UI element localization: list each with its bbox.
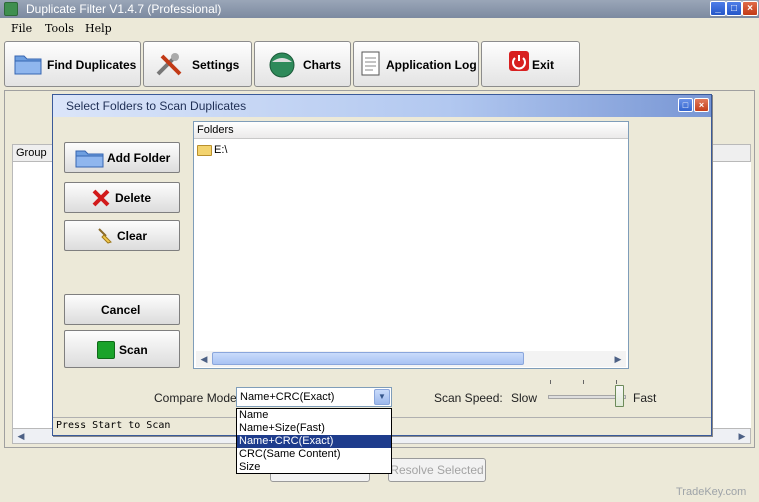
settings-button[interactable]: Settings: [143, 41, 252, 87]
folder-icon: [75, 150, 104, 168]
broom-icon: [98, 228, 112, 244]
exit-label: Exit: [532, 58, 555, 72]
globe-chart-icon: [269, 52, 295, 78]
folders-horizontal-scrollbar[interactable]: ◀ ▶: [196, 351, 626, 367]
maximize-button[interactable]: □: [726, 1, 742, 16]
folder-icon: [14, 55, 42, 75]
option-name-crc[interactable]: Name+CRC(Exact): [237, 435, 391, 448]
clear-button[interactable]: Clear: [64, 220, 180, 251]
add-folder-label: Add Folder: [107, 151, 171, 165]
column-header[interactable]: [710, 144, 751, 162]
scan-label: Scan: [119, 343, 148, 357]
cancel-label: Cancel: [101, 303, 141, 317]
window-title: Duplicate Filter V1.4.7 (Professional): [26, 2, 222, 16]
status-text: Press Start to Scan: [56, 420, 171, 431]
document-icon: [361, 51, 380, 76]
charts-button[interactable]: Charts: [254, 41, 351, 87]
select-folders-dialog: Select Folders to Scan Duplicates □ × Ad…: [52, 94, 712, 474]
folder-item[interactable]: E:\: [197, 144, 227, 158]
dialog-title: Select Folders to Scan Duplicates: [66, 99, 247, 113]
minimize-button[interactable]: _: [710, 1, 726, 16]
option-crc[interactable]: CRC(Same Content): [237, 448, 391, 461]
folders-list[interactable]: Folders E:\ ◀ ▶: [193, 121, 629, 369]
dialog-maximize-button[interactable]: □: [678, 98, 693, 112]
compare-mode-label: Compare Mode:: [154, 391, 241, 405]
scroll-right-icon[interactable]: ▶: [734, 429, 750, 443]
scrollbar-thumb[interactable]: [212, 352, 524, 365]
delete-button[interactable]: Delete: [64, 182, 180, 213]
close-button[interactable]: ×: [742, 1, 758, 16]
scan-speed-label: Scan Speed:: [434, 391, 503, 405]
folder-icon: [197, 144, 212, 156]
results-list[interactable]: [710, 162, 751, 428]
slider-tick: [616, 380, 617, 384]
scroll-right-icon[interactable]: ▶: [610, 352, 626, 366]
option-name[interactable]: Name: [237, 409, 391, 422]
compare-mode-select[interactable]: Name+CRC(Exact) ▼: [236, 387, 392, 407]
menu-tools[interactable]: Tools: [45, 22, 74, 35]
cancel-button[interactable]: Cancel: [64, 294, 180, 325]
speed-slow-label: Slow: [511, 391, 538, 405]
add-folder-button[interactable]: Add Folder: [64, 142, 180, 173]
folder-path: E:\: [214, 144, 228, 156]
main-title-bar: Duplicate Filter V1.4.7 (Professional) _…: [0, 0, 759, 18]
slider-tick: [550, 380, 551, 384]
delete-label: Delete: [115, 191, 152, 205]
dialog-title-bar: Select Folders to Scan Duplicates □ ×: [53, 95, 711, 117]
dialog-close-button[interactable]: ×: [694, 98, 709, 112]
slider-tick: [583, 380, 584, 384]
settings-label: Settings: [192, 58, 240, 72]
watermark: TradeKey.com: [676, 486, 747, 498]
scroll-left-icon[interactable]: ◀: [13, 429, 29, 443]
delete-x-icon: [92, 189, 110, 207]
find-duplicates-button[interactable]: Find Duplicates: [4, 41, 141, 87]
clear-label: Clear: [117, 229, 148, 243]
slider-thumb[interactable]: [615, 385, 624, 407]
menu-help[interactable]: Help: [85, 22, 112, 35]
folders-column-header[interactable]: Folders: [194, 122, 628, 139]
exit-button[interactable]: Exit: [481, 41, 580, 87]
find-duplicates-label: Find Duplicates: [47, 58, 137, 72]
charts-label: Charts: [303, 58, 342, 72]
compare-mode-value: Name+CRC(Exact): [240, 391, 335, 403]
scan-icon: [97, 341, 115, 359]
speed-fast-label: Fast: [633, 391, 657, 405]
compare-mode-dropdown: Name Name+Size(Fast) Name+CRC(Exact) CRC…: [236, 408, 392, 474]
option-name-size[interactable]: Name+Size(Fast): [237, 422, 391, 435]
option-size[interactable]: Size: [237, 461, 391, 474]
menu-bar: File Tools Help: [0, 20, 759, 38]
scan-button[interactable]: Scan: [64, 330, 180, 368]
application-log-label: Application Log: [386, 58, 477, 72]
group-column-header[interactable]: Group: [12, 144, 54, 162]
scroll-left-icon[interactable]: ◀: [196, 352, 212, 366]
application-log-button[interactable]: Application Log: [353, 41, 479, 87]
menu-file[interactable]: File: [11, 22, 32, 35]
power-icon: [509, 51, 529, 71]
group-list[interactable]: [12, 162, 54, 428]
app-icon: [4, 2, 18, 16]
chevron-down-icon[interactable]: ▼: [374, 389, 390, 405]
tools-icon: [156, 53, 182, 76]
resolve-selected-button[interactable]: Resolve Selected: [388, 458, 486, 482]
